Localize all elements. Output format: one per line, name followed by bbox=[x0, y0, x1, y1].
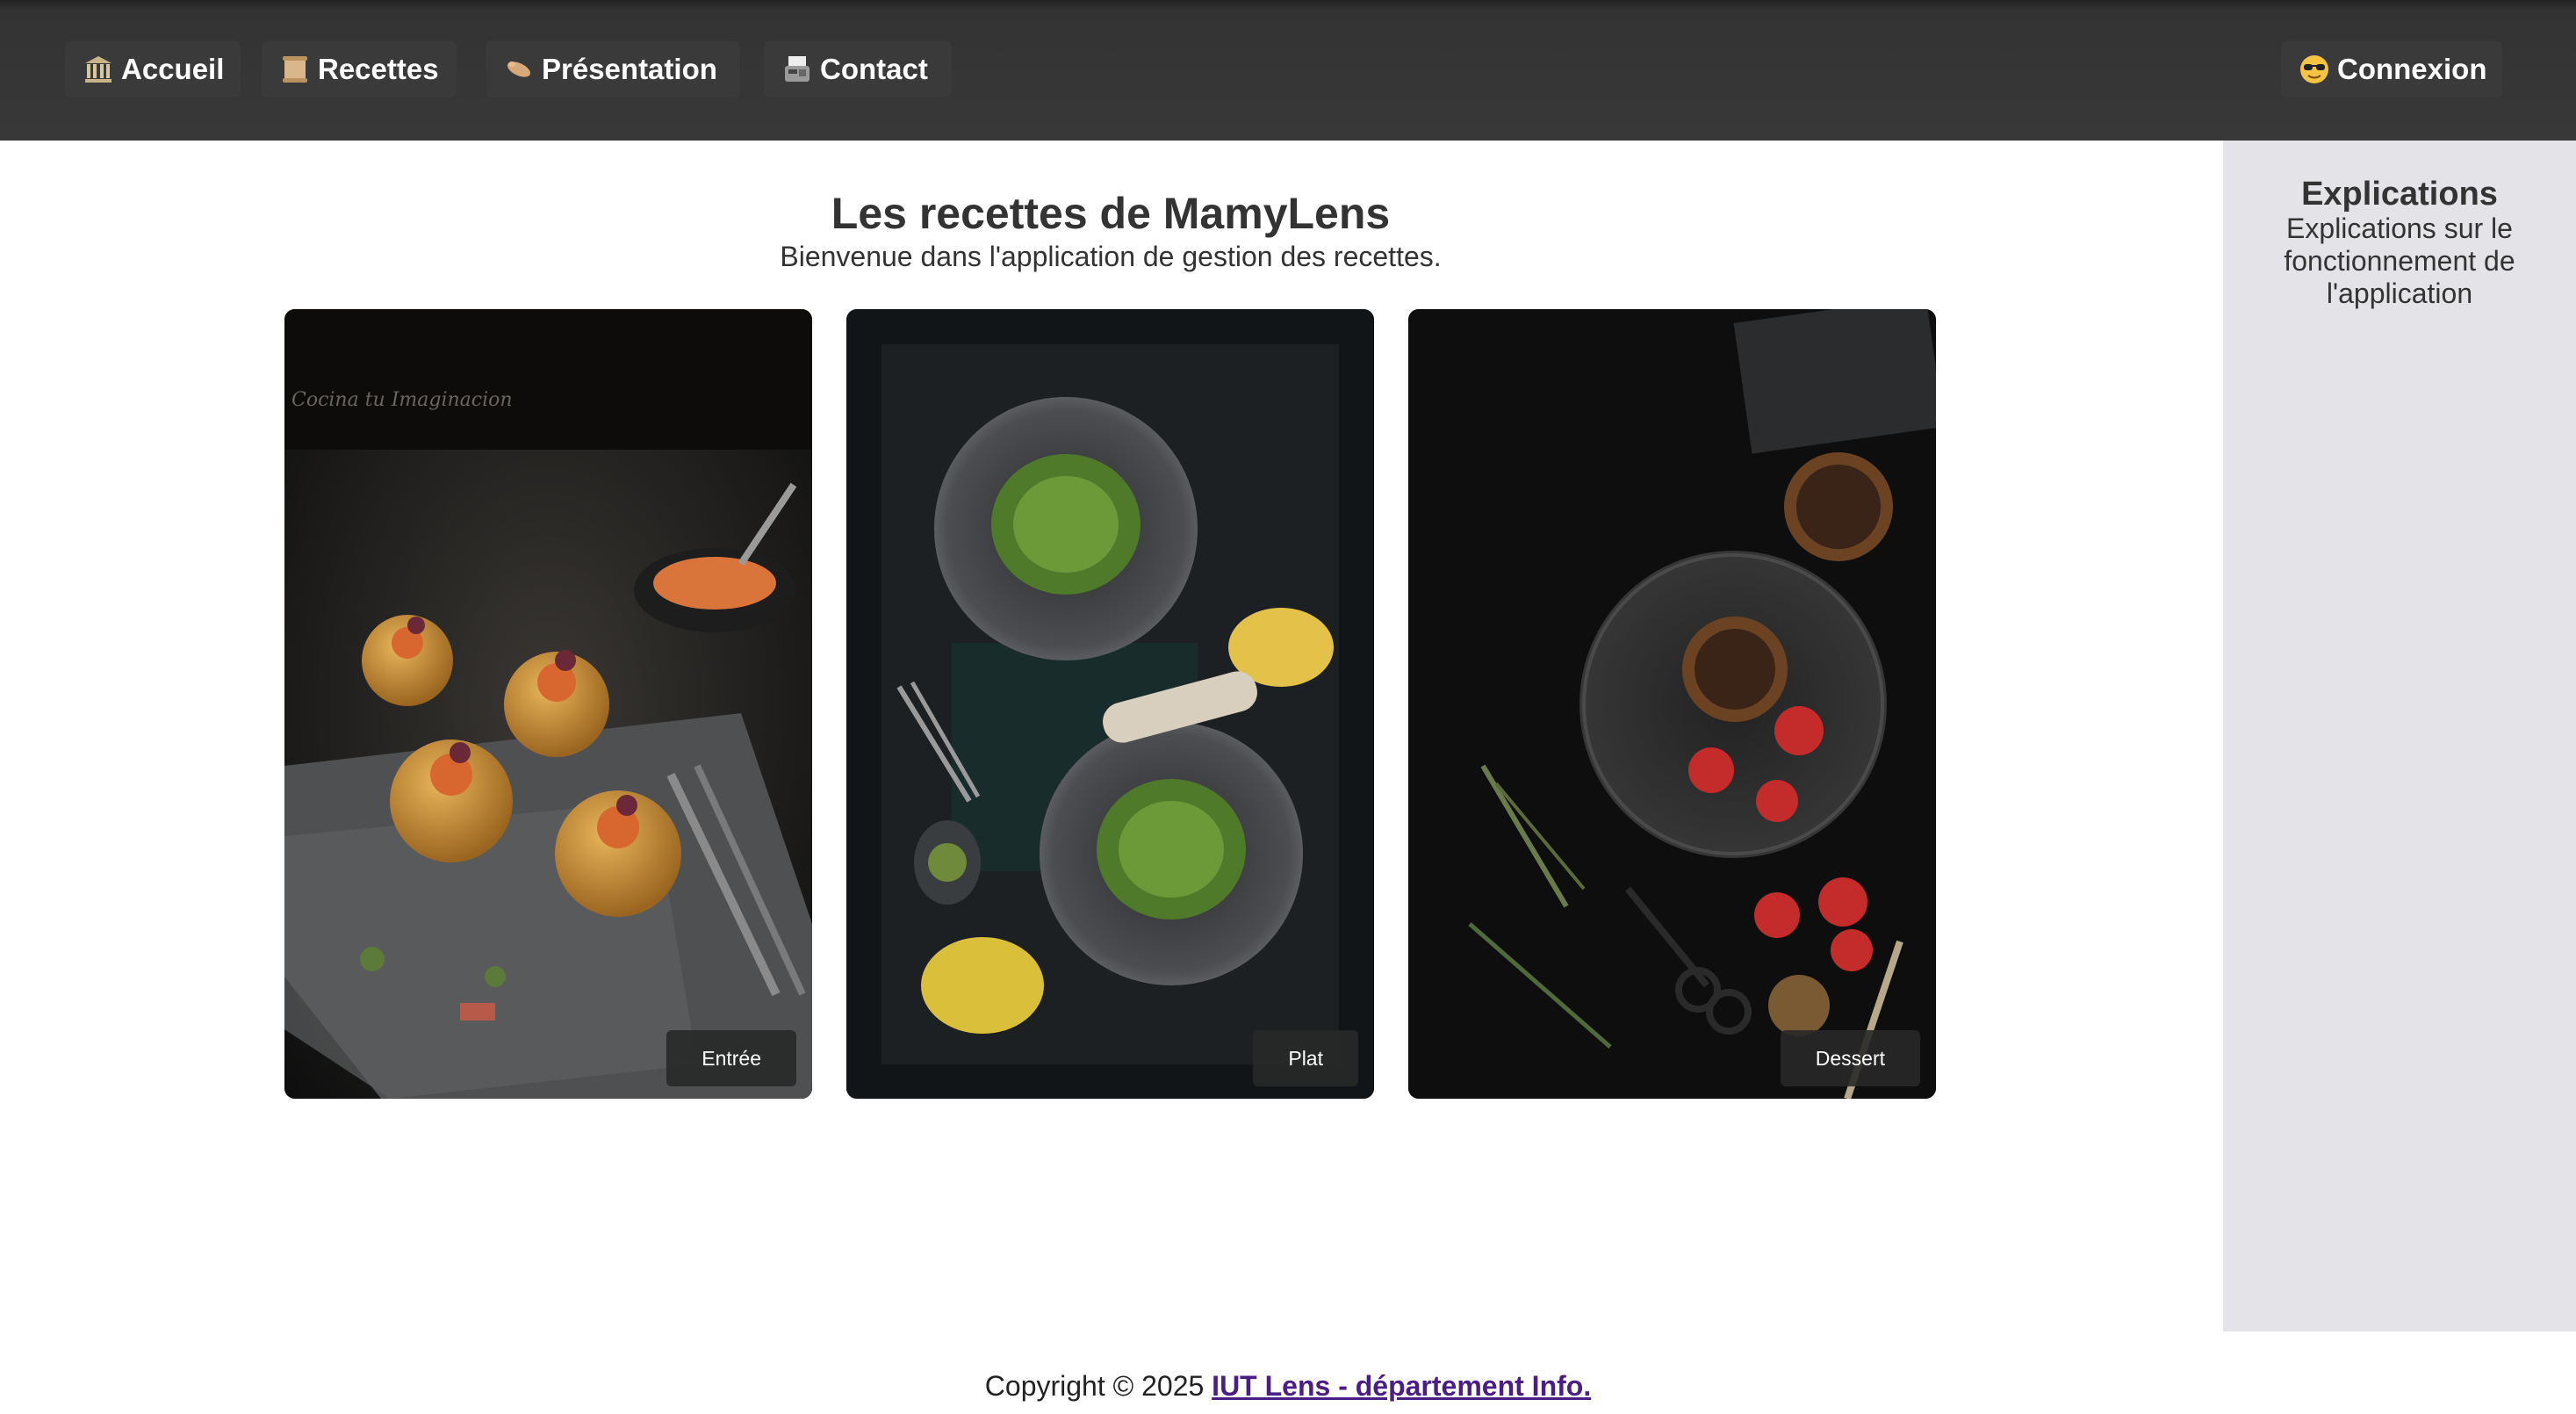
nav-recipes-button[interactable]: Recettes bbox=[262, 41, 457, 97]
footer-link[interactable]: IUT Lens - département Info. bbox=[1212, 1370, 1591, 1402]
fax-machine-icon bbox=[781, 54, 813, 85]
card-label: Dessert bbox=[1780, 1030, 1920, 1086]
dessert-photo bbox=[1408, 309, 1936, 1099]
card-dessert[interactable]: Dessert bbox=[1408, 309, 1936, 1099]
entree-photo: Cocina tu Imaginacion bbox=[284, 309, 812, 1099]
card-label: Plat bbox=[1253, 1030, 1358, 1086]
svg-text:Cocina tu Imaginacion: Cocina tu Imaginacion bbox=[291, 389, 513, 411]
sidebar: Explications Explications sur le fonctio… bbox=[2223, 141, 2576, 1331]
nav-presentation-button[interactable]: Présentation bbox=[486, 41, 740, 97]
nav-recipes-label: Recettes bbox=[318, 53, 439, 85]
plat-photo bbox=[846, 309, 1374, 1099]
page-title: Les recettes de MamyLens bbox=[831, 189, 1391, 238]
sidebar-title: Explications bbox=[2301, 176, 2498, 213]
navbar: Accueil Recettes Présentation Contact Co… bbox=[0, 0, 2576, 141]
page-subtitle: Bienvenue dans l'application de gestion … bbox=[780, 241, 1442, 272]
footer: Copyright © 2025 IUT Lens - département … bbox=[0, 1370, 2576, 1403]
copyright-text: Copyright © 2025 bbox=[984, 1370, 1205, 1402]
waving-hand-icon bbox=[503, 54, 535, 85]
card-plat[interactable]: Plat bbox=[846, 309, 1374, 1099]
nav-contact-label: Contact bbox=[820, 53, 928, 85]
sunglasses-face-icon bbox=[2299, 54, 2330, 85]
nav-contact-button[interactable]: Contact bbox=[764, 41, 952, 97]
card-label: Entrée bbox=[666, 1030, 796, 1086]
nav-home-button[interactable]: Accueil bbox=[65, 41, 241, 97]
nav-login-button[interactable]: Connexion bbox=[2281, 41, 2502, 97]
nav-login-label: Connexion bbox=[2337, 53, 2487, 85]
card-entree[interactable]: Cocina tu Imaginacion Entrée bbox=[284, 309, 812, 1099]
sidebar-text: Explications sur le fonctionnement de l'… bbox=[2284, 213, 2515, 309]
scroll-icon bbox=[279, 54, 311, 85]
classical-building-icon bbox=[83, 54, 114, 85]
nav-presentation-label: Présentation bbox=[542, 53, 717, 85]
nav-home-label: Accueil bbox=[121, 53, 225, 85]
